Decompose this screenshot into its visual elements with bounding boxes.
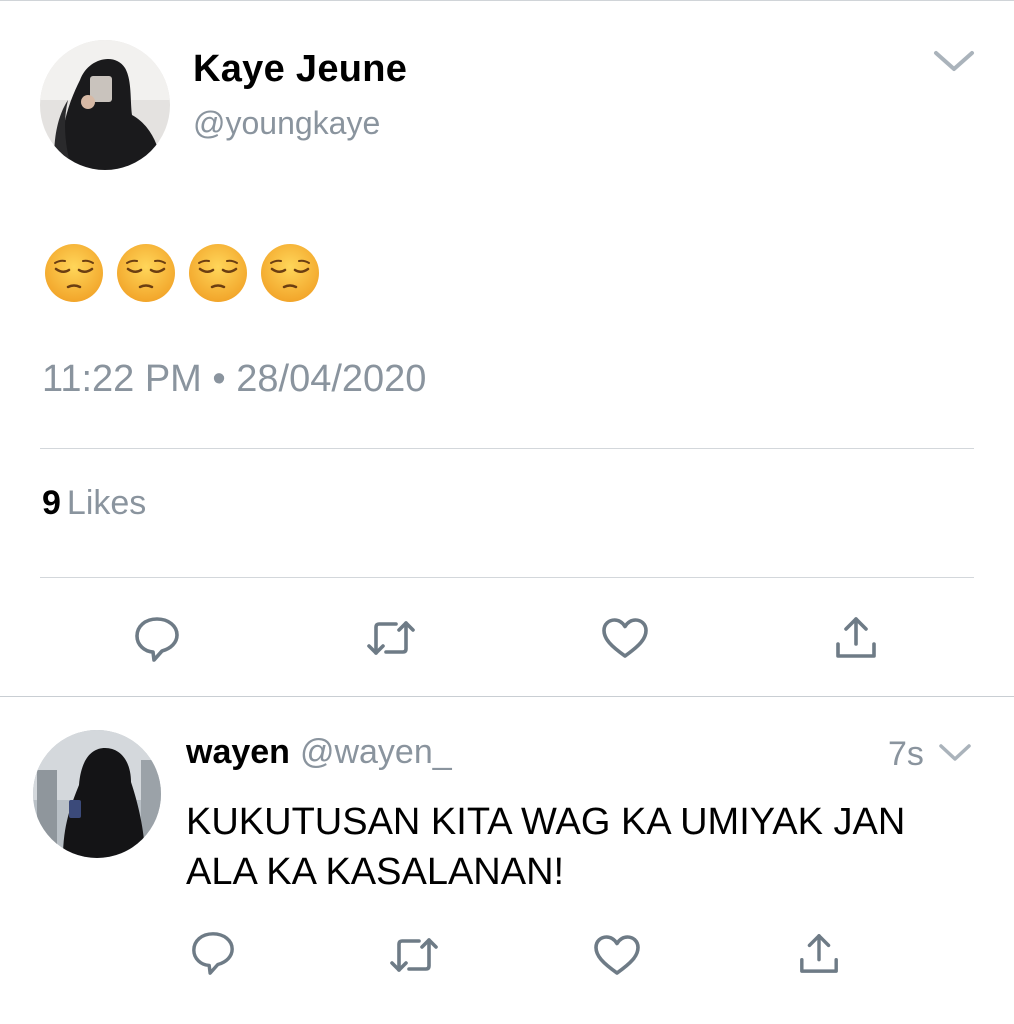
like-heart-icon[interactable] — [593, 934, 641, 976]
reply-icon[interactable] — [133, 615, 181, 663]
author-display-name[interactable]: Kaye Jeune — [193, 48, 407, 91]
reply-text: KUKUTUSAN KITA WAG KA UMIYAK JAN ALA KA … — [186, 801, 906, 893]
section-divider — [0, 696, 1014, 697]
pensive-face-icon — [261, 244, 319, 302]
retweet-icon[interactable] — [389, 934, 439, 976]
chevron-down-icon[interactable] — [937, 742, 973, 764]
likes-label: Likes — [66, 484, 147, 522]
like-heart-icon[interactable] — [601, 617, 649, 659]
likes-count: 9 — [42, 484, 61, 522]
retweet-icon[interactable] — [366, 617, 416, 659]
top-border — [0, 0, 1014, 1]
pensive-face-icon — [117, 244, 175, 302]
reply-icon[interactable] — [190, 930, 236, 976]
pensive-face-icon — [189, 244, 247, 302]
reply-handle[interactable]: @wayen_ — [300, 733, 452, 771]
divider — [40, 448, 974, 449]
pensive-face-icon — [45, 244, 103, 302]
author-handle[interactable]: @youngkaye — [193, 105, 380, 142]
tweet-text — [44, 243, 320, 303]
tweet-timestamp: 11:22 PM • 28/04/2020 — [42, 358, 427, 400]
share-icon[interactable] — [834, 614, 878, 660]
share-icon[interactable] — [798, 930, 840, 976]
divider — [40, 577, 974, 578]
reply-author-avatar[interactable] — [33, 730, 161, 858]
likes-link[interactable]: 9 Likes — [42, 484, 146, 523]
chevron-down-icon[interactable] — [932, 48, 976, 74]
reply-time: 7s — [888, 735, 924, 773]
author-avatar[interactable] — [40, 40, 170, 170]
reply-display-name[interactable]: wayen — [186, 733, 290, 771]
